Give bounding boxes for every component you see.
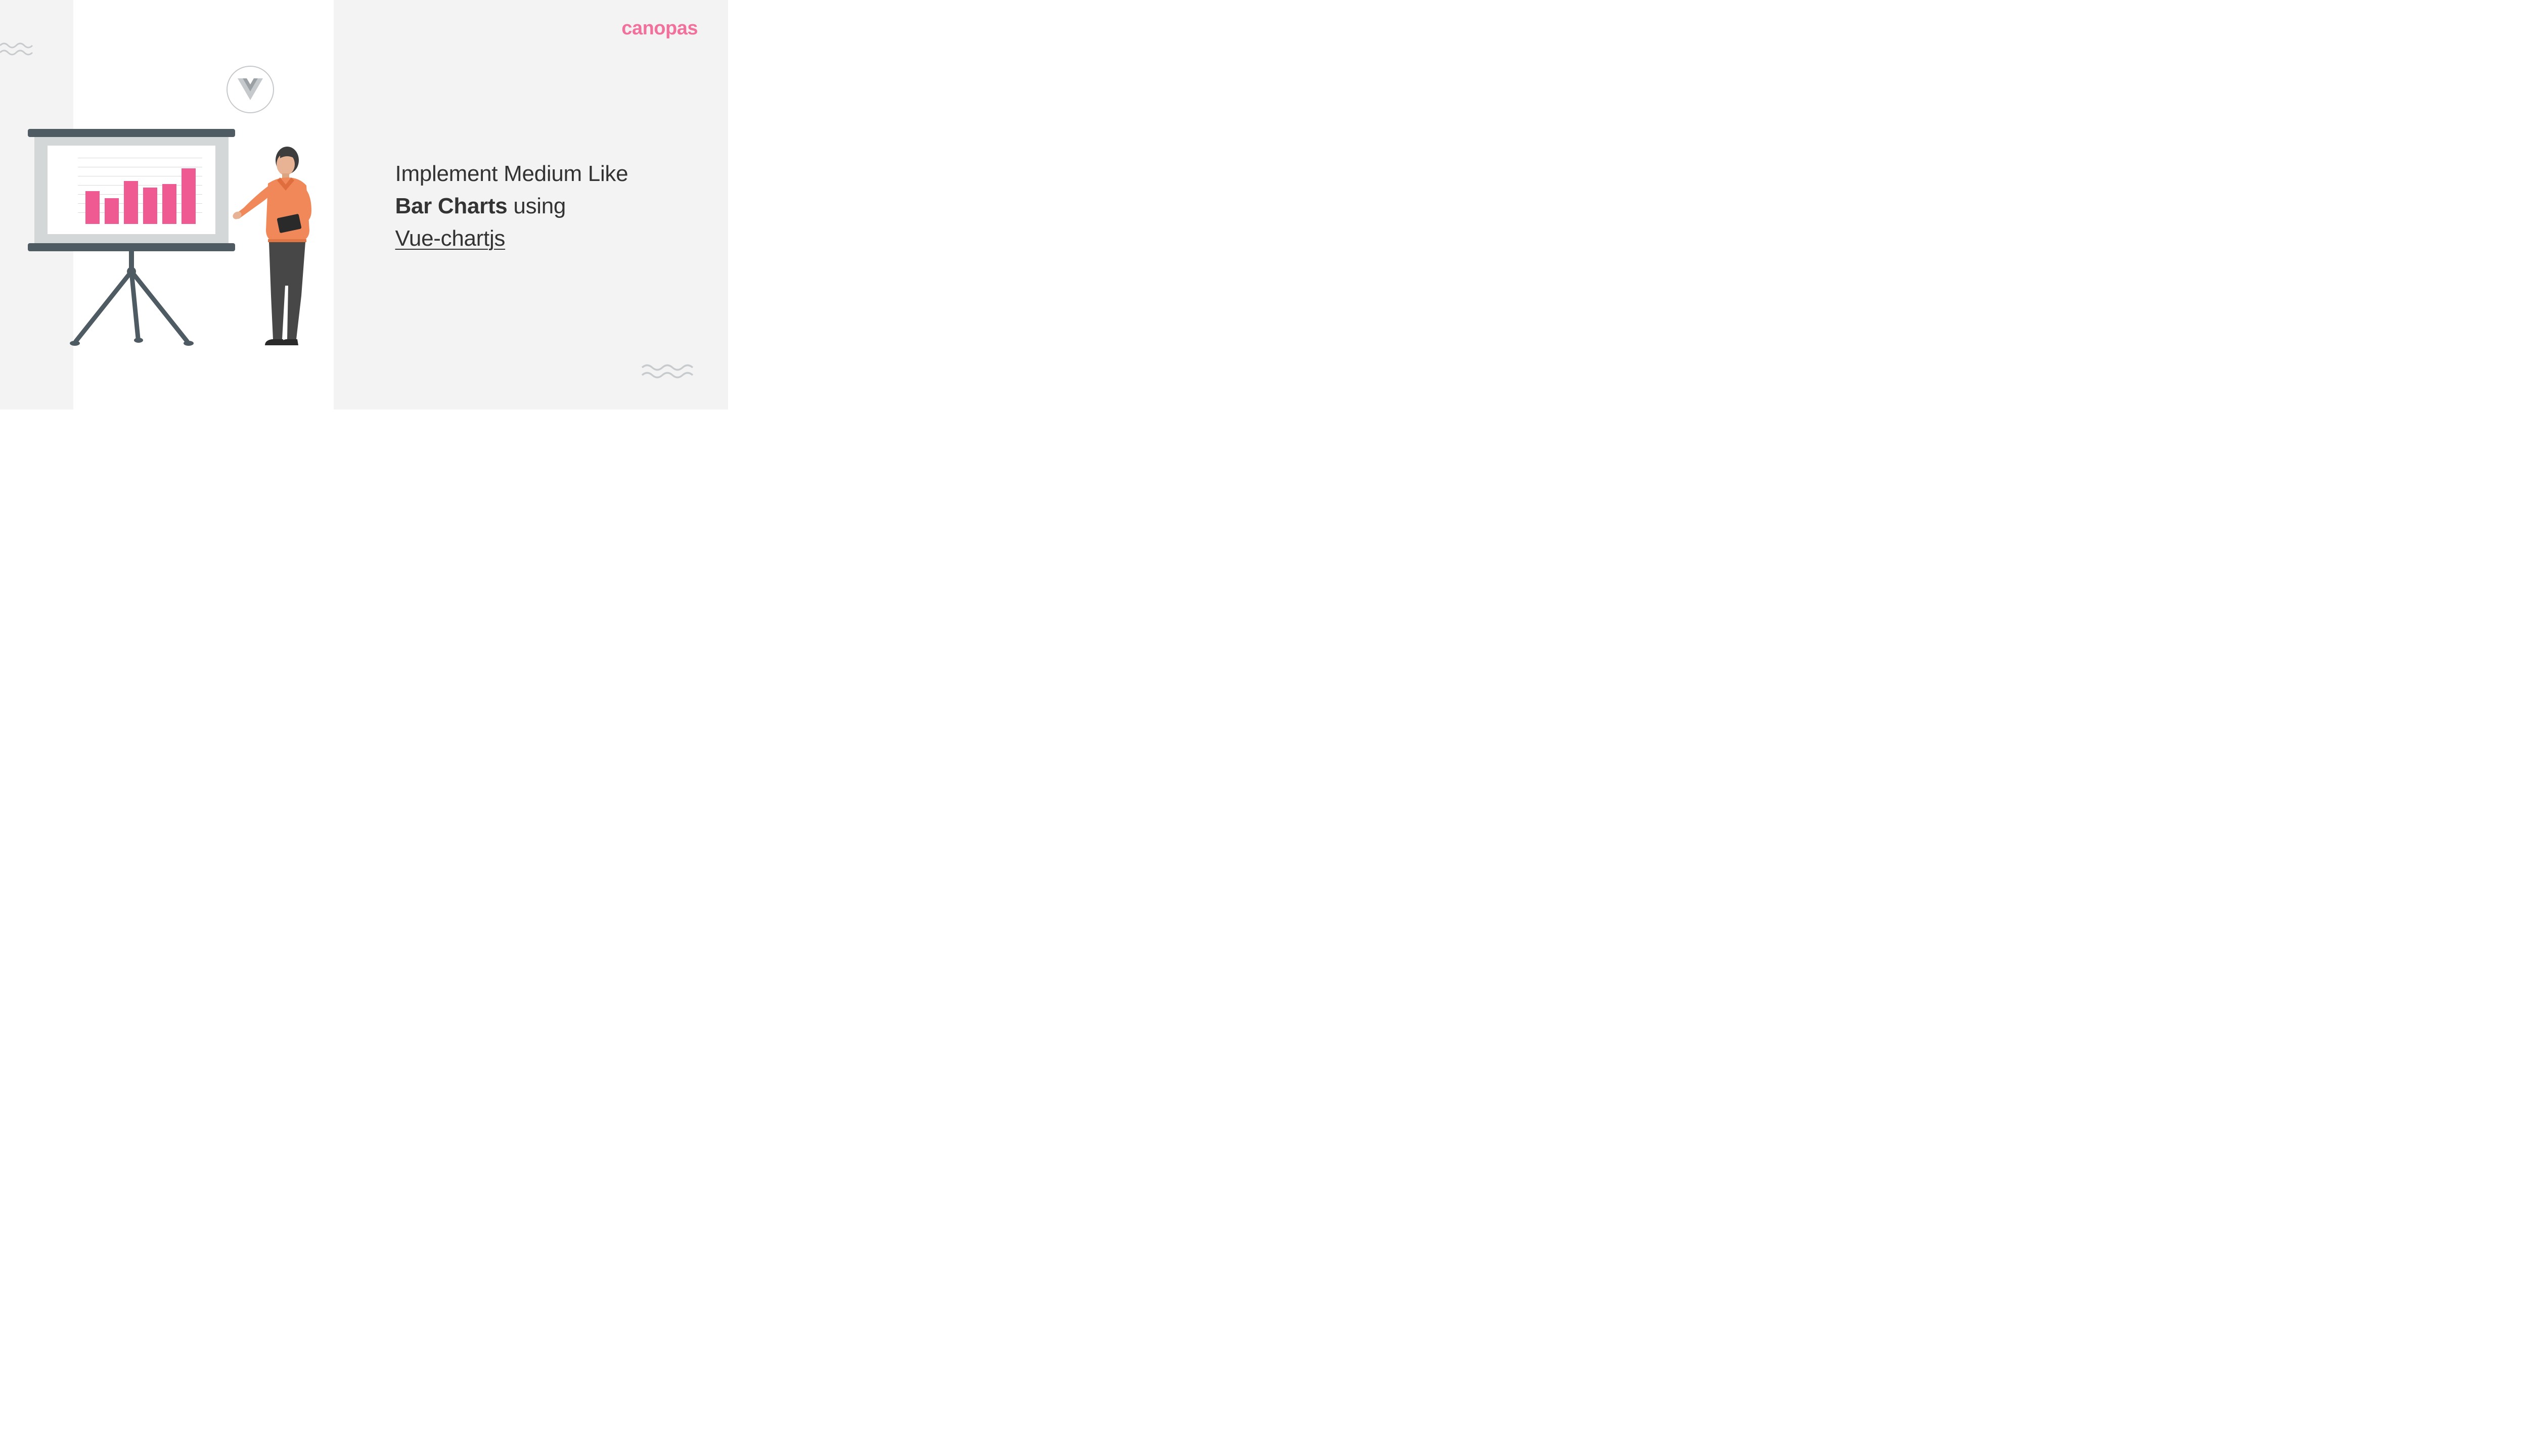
chart-bar [105,198,119,224]
headline-rest: using [507,194,566,218]
headline-line-2: Bar Charts using [395,190,628,222]
vue-badge [227,66,274,113]
presentation-easel [28,129,235,347]
chart-bar [143,188,157,224]
headline-line-1: Implement Medium Like [395,158,628,190]
right-panel: canopas Implement Medium Like Bar Charts… [334,0,728,410]
chart-bar [124,181,138,224]
wave-decoration-icon [0,41,34,57]
chart-area [48,146,215,234]
board-top-bar [28,129,235,137]
chart-bar [85,191,100,224]
left-panel [0,0,334,410]
board-bottom-bar [28,243,235,251]
chart-bar [162,184,176,224]
brand-logo: canopas [621,18,698,39]
hero-illustration [25,63,308,346]
board-body [34,137,229,243]
vue-icon [238,78,263,101]
headline-bold: Bar Charts [395,194,508,218]
headline-line-3: Vue-chartjs [395,222,628,255]
presenter-person [232,144,333,346]
easel-legs [28,251,235,347]
bar-group [85,168,196,224]
chart-bar [182,168,196,224]
headline: Implement Medium Like Bar Charts using V… [395,158,628,254]
wave-decoration-icon [641,363,697,379]
